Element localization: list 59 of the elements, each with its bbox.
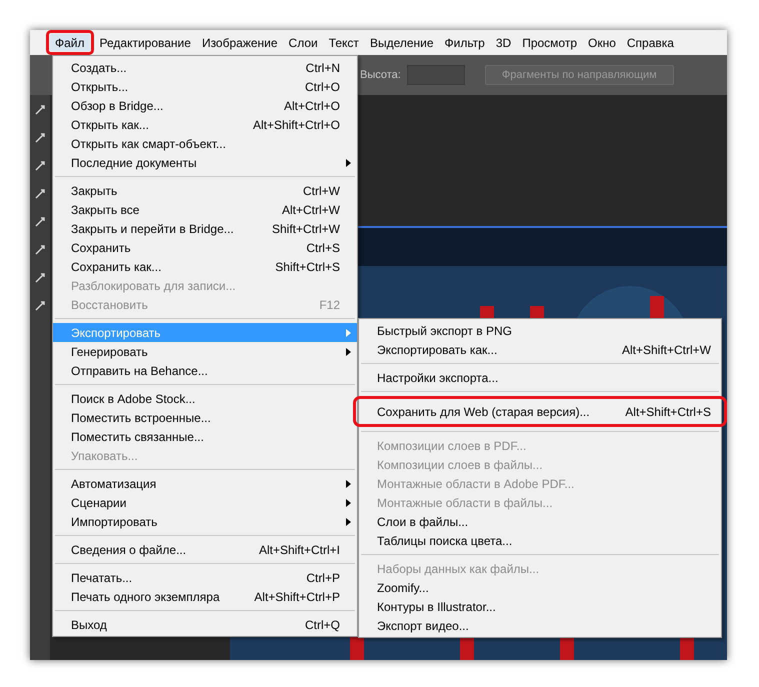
tool-icon[interactable] — [35, 133, 45, 143]
menu-bar-item[interactable]: Изображение — [196, 34, 283, 51]
tool-icon[interactable] — [35, 217, 45, 227]
menu-item[interactable]: Открыть как смарт-объект... — [53, 134, 357, 153]
menu-item[interactable]: Печатать... Ctrl+P — [53, 568, 357, 587]
submenu-arrow-icon — [346, 158, 351, 166]
menu-item[interactable]: Закрыть и перейти в Bridge... Shift+Ctrl+W — [53, 219, 357, 238]
tool-icon[interactable] — [35, 161, 45, 171]
menu-item[interactable]: Поместить встроенные... — [53, 408, 357, 427]
menu-item[interactable]: Сохранить Ctrl+S — [53, 238, 357, 257]
menu-bar-item[interactable]: Окно — [583, 34, 621, 51]
menu-item[interactable]: Контуры в Illustrator... — [359, 597, 721, 616]
menu-item[interactable]: Закрыть все Alt+Ctrl+W — [53, 200, 357, 219]
tool-icon[interactable] — [35, 105, 45, 115]
menu-bar-item[interactable]: Редактирование — [94, 34, 196, 51]
tool-icon[interactable] — [35, 189, 45, 199]
menu-item[interactable]: Экспортировать как... Alt+Shift+Ctrl+W — [359, 340, 721, 359]
menu-item[interactable]: Таблицы поиска цвета... — [359, 531, 721, 550]
menu-item[interactable]: Сохранить как... Shift+Ctrl+S — [53, 257, 357, 276]
submenu-arrow-icon — [346, 498, 351, 506]
menu-item[interactable]: Сохранить для Web (старая версия)... Alt+Shift+Ctrl+S — [359, 402, 721, 421]
menu-item[interactable]: Сценарии — [53, 493, 357, 512]
menu-item[interactable]: Поместить связанные... — [53, 427, 357, 446]
menu-item[interactable]: Настройки экспорта... — [359, 368, 721, 387]
submenu-arrow-icon — [346, 328, 351, 336]
menu-item[interactable]: Закрыть Ctrl+W — [53, 181, 357, 200]
menu-item[interactable]: Открыть как... Alt+Shift+Ctrl+O — [53, 115, 357, 134]
menu-bar-item[interactable]: Выделение — [364, 34, 439, 51]
menu-bar-item[interactable]: Просмотр — [517, 34, 582, 51]
menu-item[interactable]: Создать... Ctrl+N — [53, 58, 357, 77]
height-label: Высота: — [360, 68, 401, 83]
menu-item[interactable]: Импортировать — [53, 512, 357, 531]
menu-bar-item[interactable]: Слои — [284, 34, 323, 51]
menu-bar-item[interactable]: Текст — [324, 34, 364, 51]
menu-item[interactable]: Поиск в Adobe Stock... — [53, 389, 357, 408]
submenu-arrow-icon — [346, 348, 351, 356]
menu-item[interactable]: Выход Ctrl+Q — [53, 615, 357, 634]
menu-item[interactable]: Автоматизация — [53, 474, 357, 493]
menu-bar-item[interactable]: 3D — [490, 34, 516, 51]
menu-bar-item[interactable]: Справка — [622, 34, 679, 51]
menu-item[interactable]: Открыть... Ctrl+O — [53, 77, 357, 96]
tool-icon[interactable] — [35, 245, 45, 255]
height-field[interactable] — [406, 65, 465, 85]
menu-bar-item[interactable]: Файл — [50, 34, 90, 51]
tool-icon[interactable] — [35, 301, 45, 311]
menu-item[interactable]: Обзор в Bridge... Alt+Ctrl+O — [53, 96, 357, 115]
menu-item[interactable]: Быстрый экспорт в PNG — [359, 321, 721, 340]
submenu-arrow-icon — [346, 518, 351, 526]
submenu-arrow-icon — [346, 480, 351, 488]
menu-item[interactable]: Отправить на Behance... — [53, 361, 357, 380]
menu-item[interactable]: Слои в файлы... — [359, 512, 721, 531]
tool-icon[interactable] — [35, 273, 45, 283]
menu-item[interactable]: Экспорт видео... — [359, 616, 721, 635]
menu-bar-item[interactable]: Фильтр — [440, 34, 490, 51]
menu-item[interactable]: Печать одного экземпляра Alt+Shift+Ctrl+P — [53, 587, 357, 606]
menu-item[interactable]: Сведения о файле... Alt+Shift+Ctrl+I — [53, 540, 357, 559]
menu-item[interactable]: Последние документы — [53, 153, 357, 172]
menu-item[interactable]: Zoomify... — [359, 578, 721, 597]
menu-item[interactable]: Генерировать — [53, 342, 357, 361]
